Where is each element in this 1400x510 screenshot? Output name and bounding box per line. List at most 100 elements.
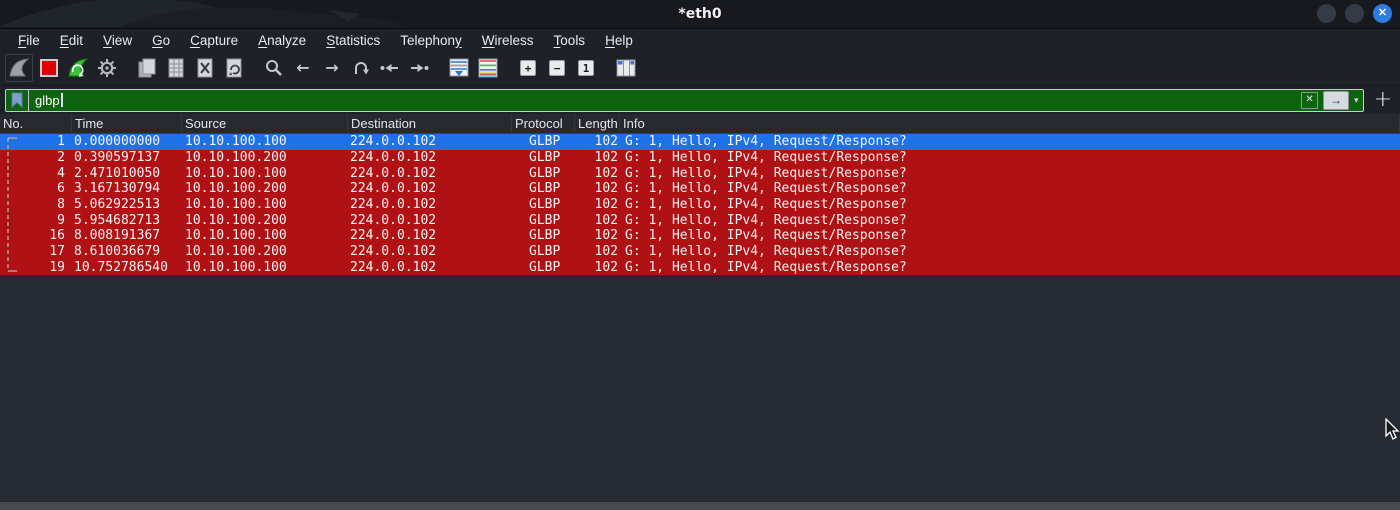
cell-destination: 224.0.0.102	[348, 181, 512, 196]
colorize-icon[interactable]	[475, 55, 501, 81]
start-capture-icon[interactable]	[5, 54, 33, 82]
zoom-in-icon[interactable]: +	[515, 55, 541, 81]
go-to-packet-icon[interactable]	[348, 55, 374, 81]
menu-statistics[interactable]: Statistics	[316, 31, 390, 50]
menu-bar: FileEditViewGoCaptureAnalyzeStatisticsTe…	[0, 29, 1400, 51]
filter-bookmark-button[interactable]	[6, 90, 29, 111]
filter-value: glbp	[35, 93, 60, 108]
reload-file-icon[interactable]	[221, 55, 247, 81]
open-file-icon[interactable]	[134, 55, 160, 81]
table-row[interactable]: 168.00819136710.10.100.100224.0.0.102GLB…	[0, 228, 1400, 244]
go-back-icon[interactable]: ←	[290, 55, 316, 81]
title-bar[interactable]: *eth0 ✕	[0, 0, 1400, 29]
menu-go[interactable]: Go	[142, 31, 180, 50]
table-row[interactable]: 10.00000000010.10.100.100224.0.0.102GLBP…	[0, 134, 1400, 150]
menu-analyze[interactable]: Analyze	[248, 31, 316, 50]
table-row[interactable]: 95.95468271310.10.100.200224.0.0.102GLBP…	[0, 212, 1400, 228]
close-button[interactable]: ✕	[1373, 4, 1392, 23]
cell-source: 10.10.100.100	[182, 260, 348, 275]
menu-edit[interactable]: Edit	[50, 31, 93, 50]
stop-capture-icon[interactable]	[36, 55, 62, 81]
menu-help[interactable]: Help	[595, 31, 643, 50]
menu-tools[interactable]: Tools	[544, 31, 596, 50]
menu-telephony[interactable]: Telephony	[390, 31, 472, 50]
cell-no: 6	[0, 181, 72, 196]
cell-source: 10.10.100.200	[182, 181, 348, 196]
cell-source: 10.10.100.100	[182, 197, 348, 212]
find-packet-icon[interactable]	[261, 55, 287, 81]
go-last-packet-icon[interactable]	[406, 55, 432, 81]
apply-filter-icon: →	[1330, 94, 1342, 106]
cell-destination: 224.0.0.102	[348, 150, 512, 165]
table-row[interactable]: 178.61003667910.10.100.200224.0.0.102GLB…	[0, 244, 1400, 260]
cell-time: 5.062922513	[72, 197, 182, 212]
menu-capture[interactable]: Capture	[180, 31, 248, 50]
filter-history-caret[interactable]: ▾	[1354, 95, 1359, 106]
column-header-time[interactable]: Time	[72, 114, 182, 133]
column-header-destination[interactable]: Destination	[348, 114, 512, 133]
left-arrow-glyph: ←	[296, 60, 309, 76]
cell-source: 10.10.100.100	[182, 228, 348, 243]
cell-destination: 224.0.0.102	[348, 166, 512, 181]
column-header-info[interactable]: Info	[620, 114, 1400, 133]
cell-time: 10.752786540	[72, 260, 182, 275]
cell-length: 102	[575, 260, 620, 275]
auto-scroll-icon[interactable]	[446, 55, 472, 81]
cell-info: G: 1, Hello, IPv4, Request/Response?	[620, 213, 1400, 228]
cell-info: G: 1, Hello, IPv4, Request/Response?	[620, 197, 1400, 212]
apply-filter-button[interactable]: →	[1323, 91, 1349, 110]
cell-no: 2	[0, 150, 72, 165]
display-filter-input[interactable]: glbp ✕ → ▾	[5, 89, 1364, 112]
cell-protocol: GLBP	[512, 166, 575, 181]
table-row[interactable]: 1910.75278654010.10.100.100224.0.0.102GL…	[0, 260, 1400, 276]
filter-field-buttons: ✕ → ▾	[1301, 91, 1363, 110]
cell-destination: 224.0.0.102	[348, 244, 512, 259]
cell-protocol: GLBP	[512, 213, 575, 228]
add-filter-button[interactable]: +	[1374, 89, 1392, 111]
cell-info: G: 1, Hello, IPv4, Request/Response?	[620, 260, 1400, 275]
packet-rows: 10.00000000010.10.100.100224.0.0.102GLBP…	[0, 134, 1400, 275]
cell-length: 102	[575, 213, 620, 228]
restart-capture-icon[interactable]	[65, 55, 91, 81]
menu-file[interactable]: File	[8, 31, 50, 50]
resize-columns-icon[interactable]	[613, 55, 639, 81]
cell-length: 102	[575, 150, 620, 165]
close-file-icon[interactable]	[192, 55, 218, 81]
maximize-button[interactable]	[1345, 4, 1364, 23]
cell-time: 5.954682713	[72, 213, 182, 228]
cell-protocol: GLBP	[512, 260, 575, 275]
go-first-packet-icon[interactable]	[377, 55, 403, 81]
column-header-no[interactable]: No.	[0, 114, 72, 133]
column-header-length[interactable]: Length	[575, 114, 620, 133]
cell-length: 102	[575, 134, 620, 149]
table-row[interactable]: 42.47101005010.10.100.100224.0.0.102GLBP…	[0, 165, 1400, 181]
minimize-button[interactable]	[1317, 4, 1336, 23]
cell-protocol: GLBP	[512, 150, 575, 165]
menu-wireless[interactable]: Wireless	[472, 31, 544, 50]
cell-no: 4	[0, 166, 72, 181]
capture-options-icon[interactable]	[94, 55, 120, 81]
menu-view[interactable]: View	[93, 31, 142, 50]
zoom-original-icon[interactable]: 1	[573, 55, 599, 81]
cell-info: G: 1, Hello, IPv4, Request/Response?	[620, 244, 1400, 259]
cell-length: 102	[575, 228, 620, 243]
packet-detail-empty-area[interactable]	[0, 275, 1400, 502]
column-header-source[interactable]: Source	[182, 114, 348, 133]
bookmark-icon	[11, 92, 23, 108]
cell-time: 0.000000000	[72, 134, 182, 149]
cell-protocol: GLBP	[512, 181, 575, 196]
cell-time: 2.471010050	[72, 166, 182, 181]
cell-destination: 224.0.0.102	[348, 134, 512, 149]
go-forward-icon[interactable]: →	[319, 55, 345, 81]
table-row[interactable]: 20.39059713710.10.100.200224.0.0.102GLBP…	[0, 150, 1400, 166]
save-file-icon[interactable]	[163, 55, 189, 81]
clear-filter-button[interactable]: ✕	[1301, 92, 1318, 109]
cell-no: 17	[0, 244, 72, 259]
right-arrow-glyph: →	[325, 60, 338, 76]
table-row[interactable]: 63.16713079410.10.100.200224.0.0.102GLBP…	[0, 181, 1400, 197]
cell-protocol: GLBP	[512, 244, 575, 259]
table-row[interactable]: 85.06292251310.10.100.100224.0.0.102GLBP…	[0, 197, 1400, 213]
column-header-protocol[interactable]: Protocol	[512, 114, 575, 133]
cell-source: 10.10.100.100	[182, 166, 348, 181]
zoom-out-icon[interactable]: −	[544, 55, 570, 81]
